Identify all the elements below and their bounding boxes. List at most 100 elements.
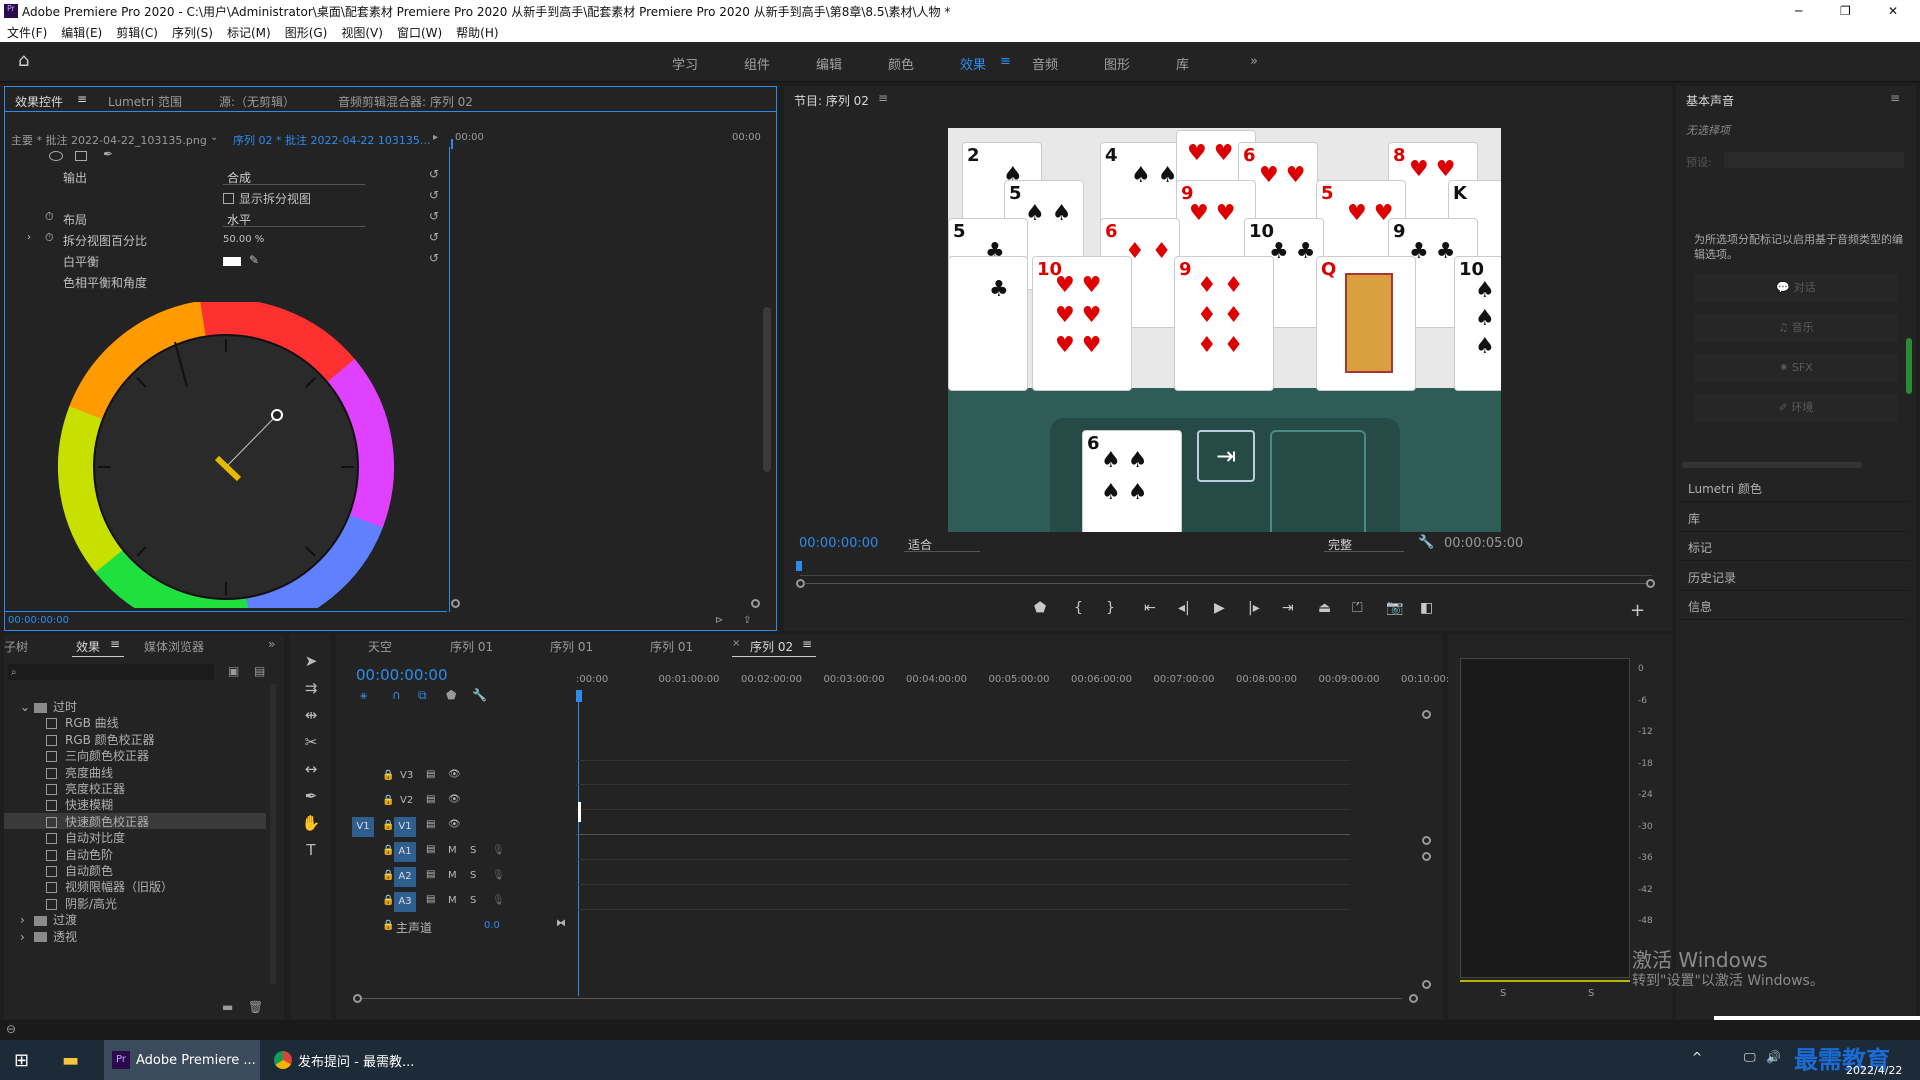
go-to-in-icon[interactable]: ⇤ [1144, 600, 1156, 616]
menu-item-5[interactable]: 图形(G) [285, 24, 328, 41]
track-header[interactable]: V1 🔒 V1 ▤ 👁 [336, 816, 572, 838]
right-h-scrollbar[interactable] [1682, 462, 1862, 468]
track-select-tool-icon[interactable]: ⇉ [298, 679, 324, 701]
tab-effect-controls[interactable]: 效果控件 [15, 93, 63, 110]
lock-icon[interactable]: 🔒 [382, 795, 394, 806]
add-marker-tl-icon[interactable]: ⬟ [446, 688, 456, 702]
slip-tool-icon[interactable]: ↔ [298, 760, 324, 782]
menu-item-8[interactable]: 帮助(H) [456, 24, 498, 41]
lock-icon[interactable]: 🔒 [382, 770, 394, 781]
export-frame-icon[interactable]: 📷 [1386, 600, 1403, 616]
effects-item[interactable]: 自动色阶 [4, 846, 266, 862]
ec-zoom-handle-right[interactable] [751, 599, 760, 608]
mute-button[interactable]: M [448, 845, 457, 856]
delete-icon[interactable]: 🗑 [248, 1000, 263, 1014]
timeline-vzoom-mid2[interactable] [1422, 852, 1431, 861]
tab-seq01-a[interactable]: 序列 01 [450, 638, 493, 655]
selection-tool-icon[interactable]: ➤ [298, 652, 324, 674]
reset-layout-icon[interactable]: ↺ [429, 209, 439, 223]
sync-lock-icon[interactable]: ▤ [426, 819, 435, 830]
split-percent-value[interactable]: 50.00 % [223, 234, 264, 245]
linked-selection-icon[interactable]: ⧉ [418, 688, 427, 703]
sync-lock-icon[interactable]: ▤ [426, 869, 435, 880]
go-to-out-icon[interactable]: ⇥ [1282, 600, 1294, 616]
dropdown-icon[interactable]: ⌄ [210, 132, 218, 143]
ec-filter-icon[interactable]: ⊳ [715, 615, 723, 626]
effects-item[interactable]: 亮度校正器 [4, 780, 266, 796]
program-zoom-right[interactable] [1646, 579, 1655, 588]
effects-item[interactable]: 自动对比度 [4, 829, 266, 845]
program-playhead[interactable] [796, 561, 802, 571]
fit-dropdown[interactable]: 适合 [904, 536, 980, 552]
master-track-header[interactable]: 🔒 主声道 0.0 ⧓ [336, 916, 572, 938]
tab-media-browser[interactable]: 媒体浏览器 [144, 638, 204, 655]
sync-lock-icon[interactable]: ▤ [426, 844, 435, 855]
preset-dropdown[interactable] [1724, 152, 1904, 168]
source-patch-v1[interactable]: V1 [352, 817, 374, 837]
pen-tool-icon[interactable]: ✒ [298, 787, 324, 809]
quality-dropdown[interactable]: 完整 [1324, 536, 1404, 552]
tab-seq01-c[interactable]: 序列 01 [650, 638, 693, 655]
track-header[interactable]: 🔒 V3 ▤ 👁 [336, 766, 572, 788]
right-scrollbar[interactable] [1906, 338, 1912, 394]
output-dropdown[interactable]: 合成 [223, 169, 365, 185]
track-target[interactable]: A3 [394, 892, 416, 912]
extract-icon[interactable]: ⏍ [1352, 600, 1363, 616]
nest-toggle-icon[interactable]: ⚹ [360, 688, 367, 703]
tab-source[interactable]: 源:（无剪辑） [219, 93, 295, 110]
right-panel-item[interactable]: 标记 [1680, 533, 1910, 561]
restore-button[interactable]: ❐ [1840, 4, 1851, 18]
lock-icon[interactable]: 🔒 [382, 870, 394, 881]
workspace-libraries[interactable]: 库 [1176, 54, 1189, 73]
essential-sound-title[interactable]: 基本声音 [1686, 92, 1734, 109]
effects-item[interactable]: RGB 颜色校正器 [4, 731, 266, 747]
step-forward-icon[interactable]: |▸ [1248, 600, 1260, 616]
menu-item-1[interactable]: 编辑(E) [61, 24, 102, 41]
menu-item-4[interactable]: 标记(M) [227, 24, 271, 41]
ripple-edit-tool-icon[interactable]: ⇹ [298, 706, 324, 728]
sequence-clip-label[interactable]: 序列 02 * 批注 2022-04-22 103135... [233, 132, 430, 148]
timeline-hzoom-right[interactable] [1409, 994, 1418, 1003]
voiceover-mic-icon[interactable]: 🎙 [492, 895, 505, 906]
effects-folder[interactable]: ⌄ 过时 [4, 698, 266, 714]
razor-tool-icon[interactable]: ✂ [298, 733, 324, 755]
solo-button[interactable]: S [470, 845, 476, 856]
play-clip-icon[interactable]: ▸ [433, 132, 438, 143]
menu-item-3[interactable]: 序列(S) [172, 24, 213, 41]
program-timecode[interactable]: 00:00:00:00 [799, 536, 878, 551]
sync-lock-icon[interactable]: ▤ [426, 769, 435, 780]
timeline-vzoom-top[interactable] [1422, 710, 1431, 719]
tab-menu-icon[interactable]: ≡ [77, 92, 87, 106]
effects-folder[interactable]: › 透视 [4, 928, 266, 944]
layout-dropdown[interactable]: 水平 [223, 211, 365, 227]
mask-ellipse-icon[interactable] [49, 151, 63, 161]
solo-button[interactable]: S [470, 870, 476, 881]
tab-seq02[interactable]: 序列 02 [750, 638, 793, 655]
settings-wrench-icon[interactable]: 🔧 [1418, 535, 1434, 550]
yuv-filter-icon[interactable]: ▤ [254, 664, 265, 678]
file-explorer-icon[interactable]: ▬ [62, 1050, 79, 1071]
right-panel-item[interactable]: 历史记录 [1680, 563, 1910, 591]
expand-chevron-icon[interactable]: ⌄ [20, 700, 34, 714]
program-menu-icon[interactable]: ≡ [878, 91, 888, 105]
tab-lumetri-scopes[interactable]: Lumetri 范围 [108, 93, 182, 110]
mark-in-icon[interactable]: { [1074, 600, 1083, 616]
track-header[interactable]: 🔒 A1 ▤ M S 🎙 [336, 841, 572, 863]
stopwatch-layout-icon[interactable]: ⏱ [45, 210, 54, 224]
ec-playhead[interactable] [451, 139, 453, 149]
timeline-vzoom-bot[interactable] [1422, 980, 1431, 989]
es-button-1[interactable]: ♫ 音乐 [1694, 314, 1898, 342]
tab-audio-clip-mixer[interactable]: 音频剪辑混合器: 序列 02 [338, 93, 473, 110]
expand-chevron-icon[interactable]: › [20, 913, 34, 927]
add-marker-icon[interactable]: ⬟ [1034, 600, 1046, 616]
mask-pen-icon[interactable]: ✒ [103, 147, 113, 161]
new-bin-icon[interactable]: ▣ [228, 664, 239, 678]
effects-search-input[interactable]: ⌕ [8, 664, 214, 680]
lift-icon[interactable]: ⏏ [1318, 600, 1331, 616]
taskbar-chrome[interactable]: 发布提问 - 最需教... [266, 1040, 416, 1080]
workspace-color[interactable]: 颜色 [888, 54, 914, 73]
home-icon[interactable]: ⌂ [18, 50, 29, 71]
reset-split-view-icon[interactable]: ↺ [429, 188, 439, 202]
expand-chevron-icon[interactable]: › [27, 232, 31, 243]
more-workspaces-icon[interactable]: » [1250, 54, 1258, 69]
